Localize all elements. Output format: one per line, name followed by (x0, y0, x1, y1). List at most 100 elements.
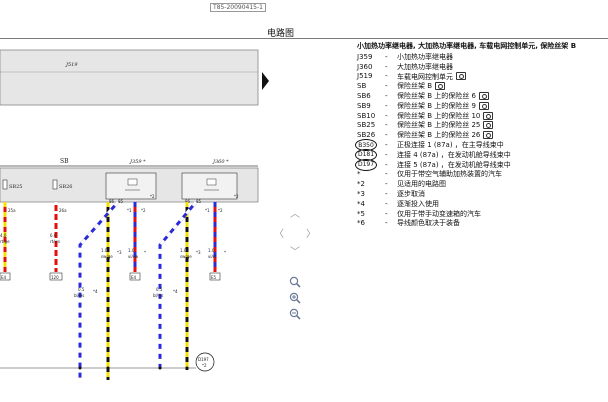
circuit-diagram[interactable]: J519 SB J359 * J360 * SB25 SB26 *2 *2 86… (0, 40, 260, 402)
relay-pin-label: *2 (141, 208, 146, 213)
wire-note-label: * (224, 250, 226, 255)
zoom-in-icon[interactable] (289, 292, 301, 304)
legend-separator: - (385, 150, 388, 159)
legend-separator: - (385, 82, 388, 91)
legend-separator: - (385, 209, 388, 218)
wire-target-label: E4 (131, 275, 137, 280)
relay-pin-label: *2 (218, 208, 223, 213)
legend-description: 逐步取消 (397, 190, 425, 199)
legend-code: J519 (357, 72, 373, 81)
relay-j359-label: J359 * (129, 159, 146, 165)
legend-code: SB26 (357, 131, 376, 140)
legend-code: *4 (357, 199, 365, 208)
legend-separator: - (385, 160, 388, 169)
legend-row: J519 - 车载电网控制单元 (357, 72, 608, 82)
fuse-sb26-label: SB26 (59, 184, 72, 190)
wire-size-label: 1.0 (208, 248, 215, 253)
relay-pin-label: 86 (109, 199, 115, 204)
navigation-controls: ︿ 〈 〉 ﹀ (272, 205, 322, 325)
wire-color-label: vi/sw (128, 254, 139, 259)
legend-code: *3 (357, 190, 365, 199)
wire-target-label: E5 (211, 275, 217, 280)
legend-separator: - (385, 52, 388, 61)
wire-note-label: *4 (93, 289, 98, 294)
wire-size-label: 1.0 (101, 248, 108, 253)
camera-icon[interactable] (435, 82, 446, 91)
relay-j360: *2 (181, 172, 239, 200)
svg-text:*2: *2 (150, 194, 155, 199)
zoom-out-icon[interactable] (289, 308, 301, 320)
wire-color-label: sw/ge (101, 254, 113, 259)
camera-icon[interactable] (483, 111, 494, 120)
legend-code: * (357, 170, 361, 179)
legend-separator: - (385, 141, 388, 150)
module-j519-label: J519 (65, 62, 78, 68)
wire-color-label: vi/rt (208, 254, 216, 259)
legend-code: *6 (357, 219, 365, 228)
wire-note-label: * (144, 250, 146, 255)
legend-heading: 小加热功率继电器, 大加热功率继电器, 车载电网控制单元, 保险丝架 B (357, 42, 577, 50)
legend-separator: - (385, 170, 388, 179)
legend-separator: - (385, 180, 388, 189)
legend-row: * - 仅用于带空气辅助加热装置的汽车 (357, 170, 608, 180)
fuse-pin-label: 26a (59, 208, 67, 213)
document-id: T85-20090415-1 (210, 3, 266, 12)
chevron-down-icon[interactable]: ﹀ (288, 243, 302, 258)
relay-pin-label: *1 (127, 208, 132, 213)
legend-description: 导线颜色取决于装备 (397, 219, 460, 228)
connector-d197-label: D197 (198, 357, 209, 362)
relay-pin-label: *1 (205, 208, 210, 213)
camera-icon[interactable] (456, 72, 466, 81)
camera-icon[interactable] (483, 131, 494, 140)
wire-note-label: *3 (196, 250, 201, 255)
legend-code: *5 (357, 209, 365, 218)
legend-row: SB6 - 保险丝架 B 上的保险丝 6 (357, 91, 608, 101)
legend-row: J360 - 大加热功率继电器 (357, 62, 608, 72)
zoom-fit-icon[interactable] (289, 276, 301, 288)
legend-row: *5 - 仅用于带手动变速箱的汽车 (357, 209, 608, 219)
legend-row: SB10- 保险丝架 B 上的保险丝 10 (357, 111, 608, 121)
fuse-pin-label: 25a (8, 208, 16, 213)
fuse-target-label: E4 (1, 275, 7, 280)
relay-j359: *2 (105, 172, 157, 200)
legend-row: *2 - 见适用的电路图 (357, 179, 608, 189)
legend-description: 保险丝架 B 上的保险丝 9 (397, 101, 476, 110)
chevron-right-icon[interactable]: 〉 (304, 225, 318, 240)
legend-row: J359 - 小加热功率继电器 (357, 52, 608, 62)
wire-color-label: rt/ws (50, 239, 60, 244)
camera-icon[interactable] (478, 101, 489, 110)
legend-code: SB6 (357, 92, 371, 101)
wire-note-label: *4 (173, 289, 178, 294)
legend-separator: - (385, 131, 388, 140)
legend-description: 仅用于带空气辅助加热装置的汽车 (397, 170, 502, 179)
wire-size-label: 4.0 (0, 233, 7, 238)
legend-separator: - (385, 111, 388, 120)
legend-row: SB25- 保险丝架 B 上的保险丝 25 (357, 121, 608, 131)
camera-icon[interactable] (483, 121, 494, 130)
legend-description: 大加热功率继电器 (397, 62, 453, 71)
legend-separator: - (385, 190, 388, 199)
chevron-left-icon[interactable]: 〈 (272, 225, 286, 240)
fuse-sb25-label: SB25 (9, 184, 22, 190)
legend-description: 仅用于带手动变速箱的汽车 (397, 209, 481, 218)
legend-description: 小加热功率继电器 (397, 52, 453, 61)
wire-j359-ground (78, 201, 120, 380)
fuse-box-label: SB (60, 158, 69, 165)
legend-row: D197- 连接 5 (87a) ，在发动机舱导线束中 (355, 158, 608, 171)
legend-row: *3 - 逐步取消 (357, 189, 608, 199)
legend-code: J359 (357, 52, 373, 61)
camera-icon[interactable] (478, 92, 489, 101)
component-legend: 小加热功率继电器, 大加热功率继电器, 车载电网控制单元, 保险丝架 B J35… (355, 41, 608, 228)
legend-row: *4 - 逐渐投入使用 (357, 199, 608, 209)
title-divider (0, 38, 608, 39)
chevron-up-icon[interactable]: ︿ (288, 205, 302, 220)
legend-code-circled: D197 (355, 158, 377, 171)
next-page-arrow-icon[interactable] (262, 72, 269, 90)
legend-description: 保险丝架 B (397, 82, 433, 91)
legend-row: B350- 正极连接 1 (87a) ，在主导线束中 (355, 139, 608, 152)
legend-code-cell: D197 (355, 158, 385, 171)
legend-description: 车载电网控制单元 (397, 72, 453, 81)
legend-separator: - (385, 199, 388, 208)
wire-note-label: *3 (117, 250, 122, 255)
module-j519-box (0, 49, 259, 106)
